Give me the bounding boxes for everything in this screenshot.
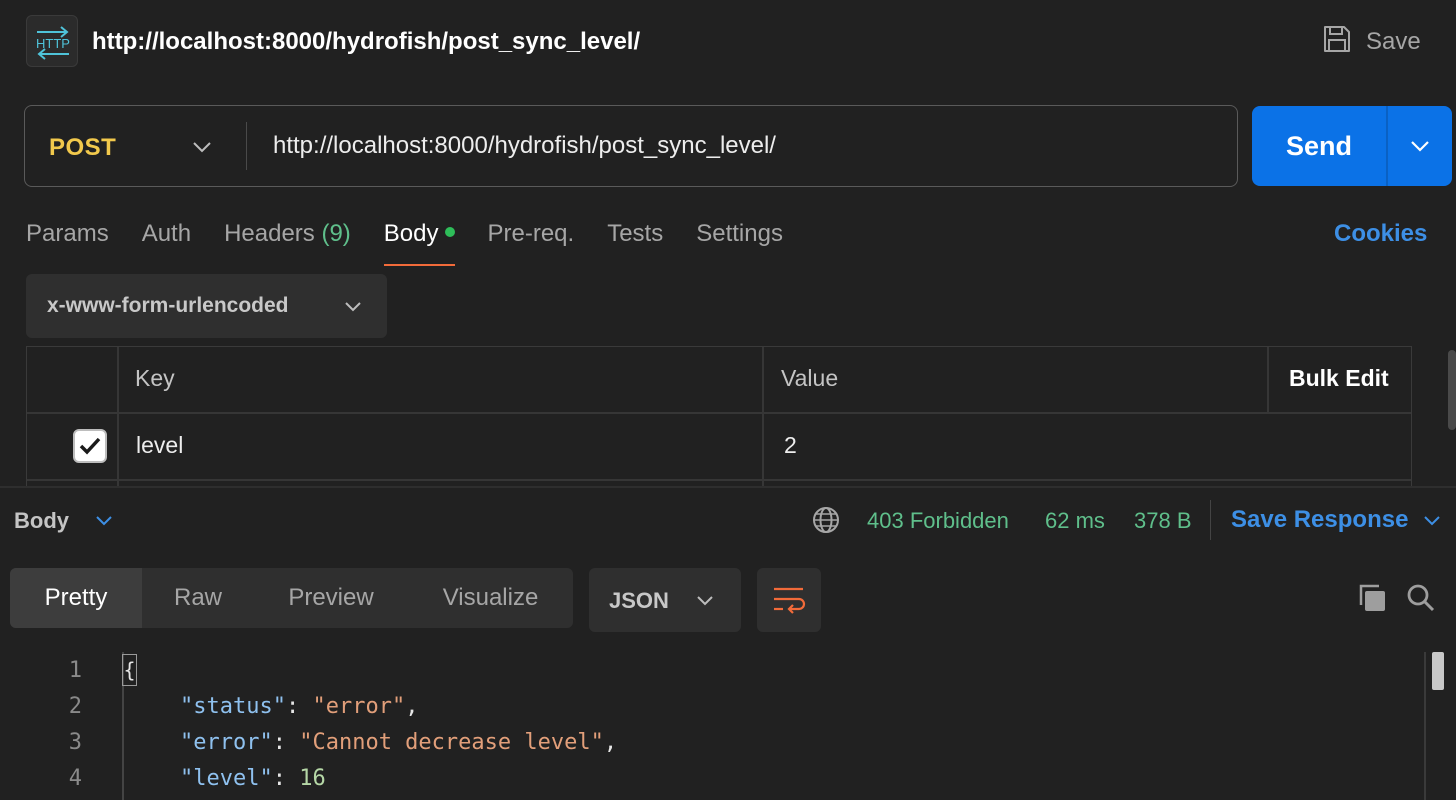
wrap-lines-button[interactable] <box>757 568 821 632</box>
response-code-view[interactable]: 1 2 3 4 { "status": "error", "error": "C… <box>0 652 1456 800</box>
param-value-cell[interactable]: 2 <box>784 432 797 459</box>
tab-preview[interactable]: Preview <box>254 568 408 628</box>
value-column-header: Value <box>781 365 839 391</box>
save-icon <box>1322 24 1352 61</box>
request-tabs: Params Auth Headers (9) Body Pre-req. Te… <box>26 214 816 266</box>
send-button[interactable]: Send <box>1252 106 1386 186</box>
request-title[interactable]: http://localhost:8000/hydrofish/post_syn… <box>92 28 640 56</box>
svg-text:HTTP: HTTP <box>36 36 70 51</box>
chevron-down-icon <box>695 594 715 612</box>
wrap-lines-icon <box>774 587 806 614</box>
response-divider[interactable] <box>0 486 1456 488</box>
search-icon[interactable] <box>1405 582 1437 619</box>
request-header: HTTP http://localhost:8000/hydrofish/pos… <box>0 0 1456 86</box>
tab-prereq[interactable]: Pre-req. <box>488 214 575 266</box>
send-options-chevron-icon[interactable] <box>1408 138 1432 159</box>
tab-params[interactable]: Params <box>26 214 109 266</box>
response-view-tabs: Pretty Raw Preview Visualize <box>10 568 573 628</box>
send-button-group: Send <box>1252 106 1452 186</box>
save-button[interactable]: Save <box>1322 25 1421 59</box>
chevron-down-icon[interactable] <box>94 514 114 532</box>
divider <box>762 347 764 486</box>
tab-body[interactable]: Body <box>383 214 455 266</box>
line-number: 2 <box>68 694 82 719</box>
divider <box>1386 106 1388 186</box>
line-number: 1 <box>68 658 82 683</box>
response-body-label[interactable]: Body <box>14 508 69 534</box>
save-response-button[interactable]: Save Response <box>1231 506 1408 534</box>
cookies-link[interactable]: Cookies <box>1334 220 1427 248</box>
response-size[interactable]: 378 B <box>1134 508 1192 534</box>
format-label: JSON <box>609 588 669 613</box>
tab-auth[interactable]: Auth <box>142 214 191 266</box>
divider <box>246 122 247 170</box>
tab-pretty[interactable]: Pretty <box>10 568 142 628</box>
key-column-header: Key <box>135 365 175 391</box>
save-label: Save <box>1366 28 1421 55</box>
json-line-status: "status": "error", <box>180 694 419 719</box>
globe-icon[interactable] <box>811 505 841 540</box>
tab-raw[interactable]: Raw <box>142 568 254 628</box>
url-input[interactable]: http://localhost:8000/hydrofish/post_syn… <box>273 132 776 160</box>
tab-settings[interactable]: Settings <box>696 214 783 266</box>
line-number: 4 <box>68 766 82 791</box>
open-brace: { <box>122 654 137 686</box>
response-time[interactable]: 62 ms <box>1045 508 1105 534</box>
url-bar: POST http://localhost:8000/hydrofish/pos… <box>24 105 1238 187</box>
body-type-label: x-www-form-urlencoded <box>47 294 289 317</box>
status-code[interactable]: 403 Forbidden <box>867 508 1009 534</box>
line-number: 3 <box>68 730 82 755</box>
method-label: POST <box>49 134 117 161</box>
json-line-error: "error": "Cannot decrease level", <box>180 730 618 755</box>
json-line-level: "level": 16 <box>180 766 326 791</box>
row-enabled-checkbox[interactable] <box>73 429 107 463</box>
divider <box>1267 347 1269 413</box>
divider <box>117 347 119 486</box>
chevron-down-icon <box>191 140 213 159</box>
param-key-cell[interactable]: level <box>136 432 183 459</box>
tab-visualize[interactable]: Visualize <box>408 568 573 628</box>
copy-icon[interactable] <box>1356 582 1388 619</box>
body-indicator-dot <box>444 227 455 237</box>
divider <box>1424 652 1426 800</box>
http-request-icon: HTTP <box>26 15 78 67</box>
divider <box>27 412 1411 414</box>
params-table: Key Value Bulk Edit level 2 <box>26 346 1412 486</box>
divider <box>27 479 1411 481</box>
headers-count: (9) <box>321 220 351 247</box>
request-scrollbar[interactable] <box>1448 350 1456 430</box>
format-select[interactable]: JSON <box>589 568 741 632</box>
bulk-edit-button[interactable]: Bulk Edit <box>1289 365 1389 392</box>
code-scrollbar[interactable] <box>1432 652 1444 690</box>
tab-headers[interactable]: Headers (9) <box>224 214 351 266</box>
divider <box>1210 500 1211 540</box>
tab-tests[interactable]: Tests <box>607 214 663 266</box>
chevron-down-icon[interactable] <box>1422 514 1442 532</box>
body-type-select[interactable]: x-www-form-urlencoded <box>26 274 387 338</box>
chevron-down-icon <box>343 300 363 318</box>
